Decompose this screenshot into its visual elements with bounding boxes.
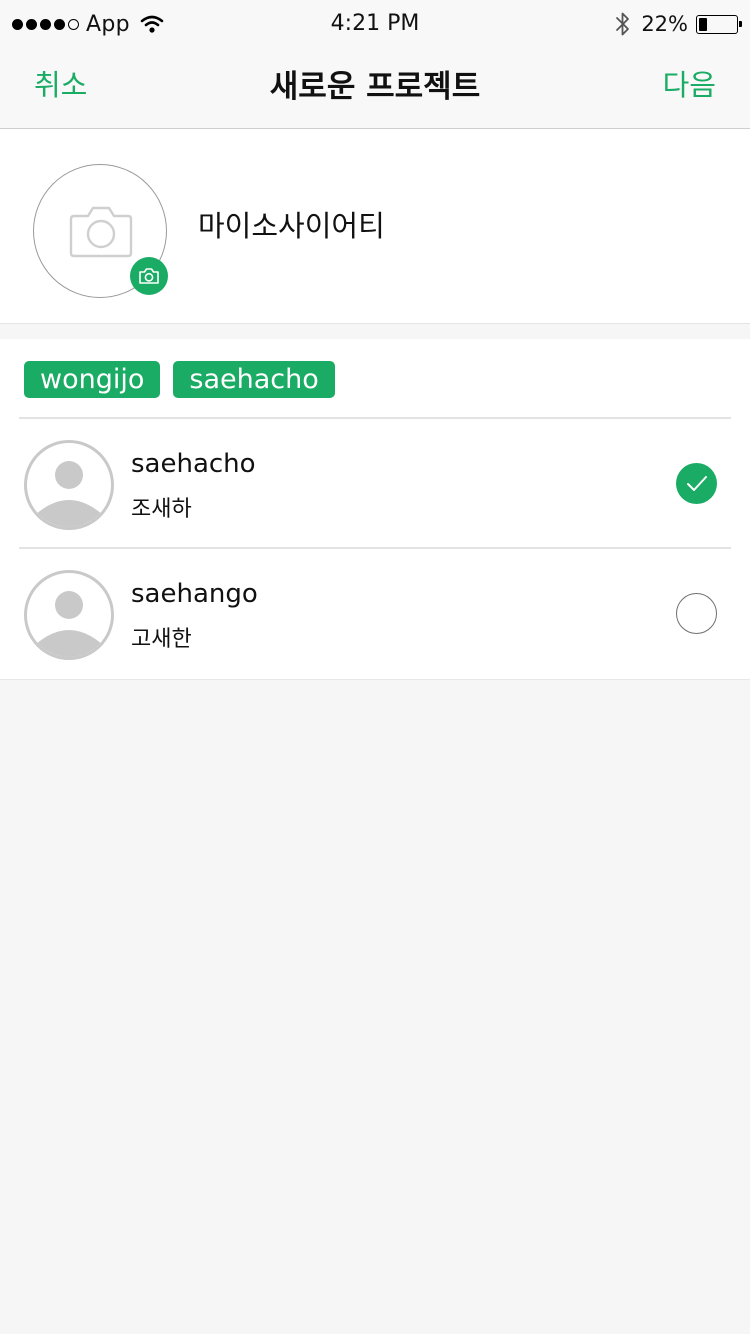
- status-right: 22%: [615, 10, 742, 38]
- battery-level: [699, 17, 707, 31]
- user-placeholder-icon: [35, 591, 103, 657]
- member-selection-section: wongijo saehacho saehacho 조새하 saehango 고새…: [0, 339, 750, 680]
- project-name-field[interactable]: 마이소사이어티: [198, 129, 698, 323]
- user-placeholder-icon: [35, 461, 103, 527]
- project-photo-picker[interactable]: [33, 164, 168, 298]
- project-info-section: 마이소사이어티: [0, 129, 750, 324]
- battery-icon: [696, 14, 742, 34]
- member-username: saehango: [131, 579, 258, 609]
- page-title: 새로운 프로젝트: [269, 68, 481, 105]
- member-row[interactable]: saehango 고새한: [0, 549, 750, 677]
- checkmark-icon: [686, 475, 707, 491]
- select-checkbox[interactable]: [676, 593, 717, 634]
- avatar: [24, 570, 114, 660]
- select-checkbox[interactable]: [676, 463, 717, 504]
- member-name: 고새한: [131, 627, 192, 652]
- avatar: [24, 440, 114, 530]
- member-chip[interactable]: saehacho: [173, 361, 335, 398]
- selected-members-chips: wongijo saehacho: [24, 361, 335, 398]
- bluetooth-icon: [615, 11, 631, 37]
- member-chip[interactable]: wongijo: [24, 361, 161, 398]
- member-name: 조새하: [131, 497, 192, 522]
- navigation-bar: 취소 새로운 프로젝트 다음: [0, 48, 750, 129]
- camera-badge-icon[interactable]: [130, 257, 168, 295]
- next-button[interactable]: 다음: [663, 48, 716, 118]
- member-username: saehacho: [131, 449, 256, 479]
- battery-percentage: 22%: [641, 12, 688, 36]
- camera-icon: [69, 203, 133, 263]
- status-bar: App 4:21 PM 22%: [0, 0, 750, 48]
- member-row[interactable]: saehacho 조새하: [0, 419, 750, 547]
